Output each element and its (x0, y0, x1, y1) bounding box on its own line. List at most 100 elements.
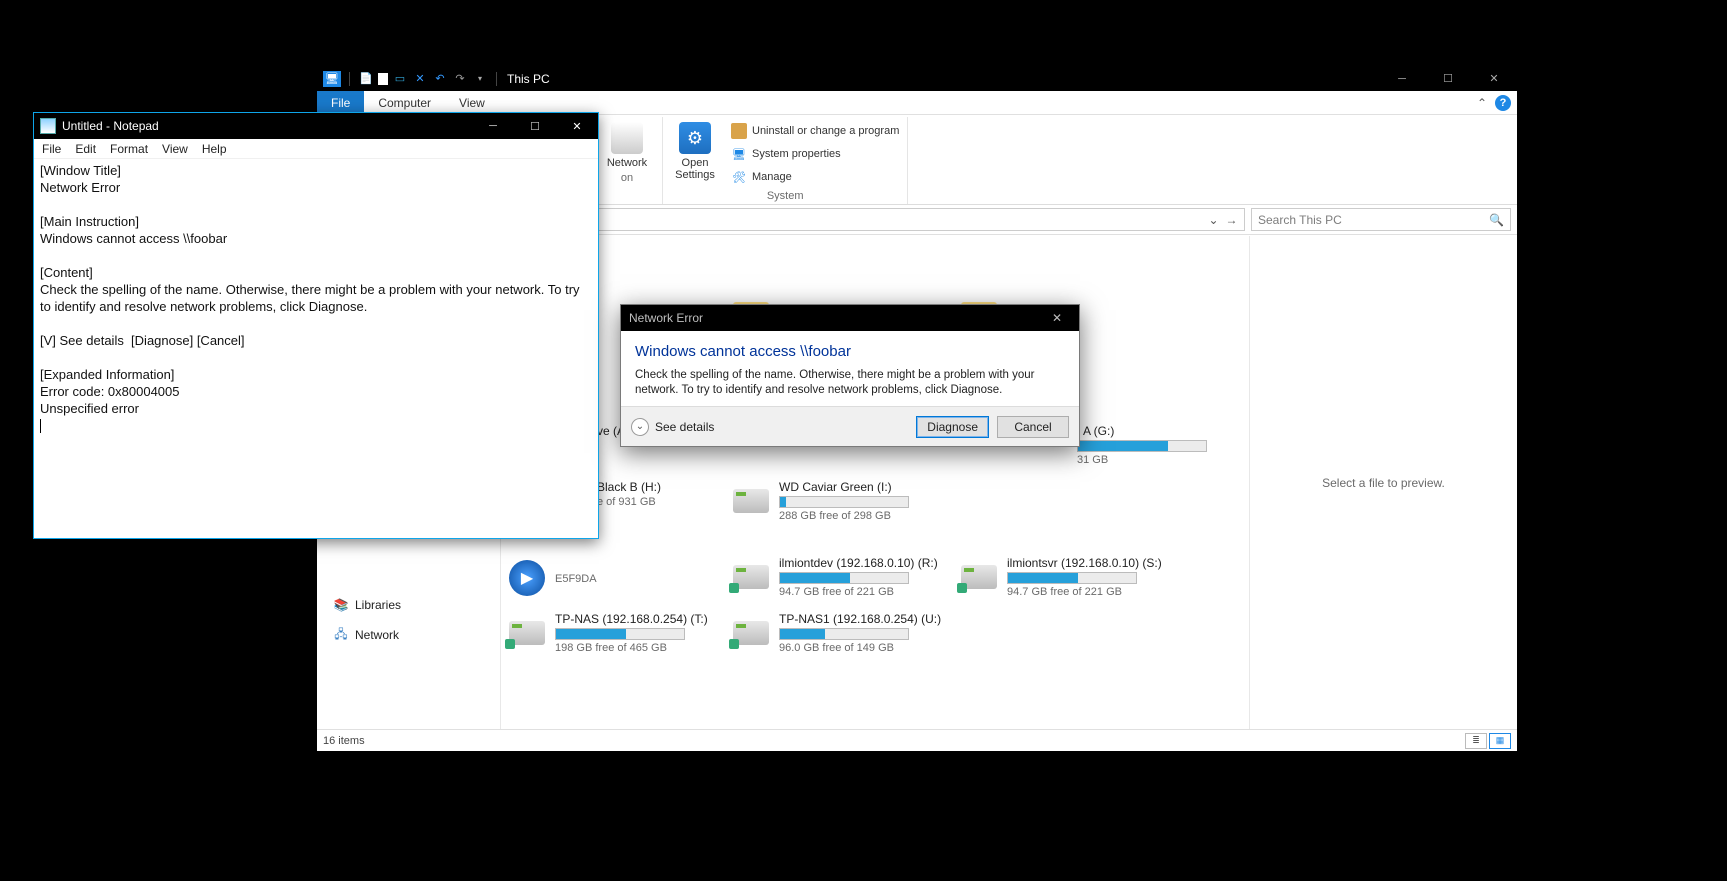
explorer-titlebar[interactable]: 🖥 📄 ▭ ✕ ↶ ↷ ▾ This PC ─ ☐ ✕ (317, 66, 1517, 91)
ribbon-collapse-button[interactable]: ⌃ (1469, 91, 1495, 114)
netloc-u[interactable]: TP-NAS1 (192.168.0.254) (U:) 96.0 GB fre… (733, 612, 941, 654)
search-icon: 🔍 (1489, 213, 1504, 227)
text-caret (40, 419, 41, 433)
ribbon-tab-view[interactable]: View (445, 91, 499, 114)
status-bar: 16 items ≣ ▦ (317, 729, 1517, 751)
settings-gear-icon: ⚙ (679, 122, 711, 154)
network-error-dialog: Network Error ✕ Windows cannot access \\… (620, 304, 1080, 447)
notepad-window: Untitled - Notepad ─ ☐ ✕ File Edit Forma… (33, 112, 599, 539)
monitor-icon[interactable]: 🖥 (323, 71, 341, 87)
drive-h[interactable]: Black B (H:) e of 931 GB (597, 480, 661, 508)
free-text: 96.0 GB free of 149 GB (779, 642, 941, 654)
capacity-bar (779, 572, 909, 584)
notepad-textarea[interactable]: [Window Title] Network Error [Main Instr… (34, 159, 598, 538)
menu-view[interactable]: View (162, 142, 188, 156)
menu-format[interactable]: Format (110, 142, 148, 156)
notepad-maximize-button[interactable]: ☐ (514, 113, 556, 139)
label: System properties (752, 148, 841, 160)
view-tiles-button[interactable]: ▦ (1489, 733, 1511, 749)
netloc-s[interactable]: ilmiontsvr (192.168.0.10) (S:) 94.7 GB f… (961, 556, 1162, 598)
explorer-minimize-button[interactable]: ─ (1379, 66, 1425, 91)
drive-icon (733, 489, 769, 513)
network-icon: 🖧 (333, 627, 349, 643)
explorer-title: This PC (507, 72, 550, 86)
label: ilmiontsvr (192.168.0.10) (S:) (1007, 556, 1162, 570)
notepad-minimize-button[interactable]: ─ (472, 113, 514, 139)
preview-pane: Select a file to preview. (1249, 236, 1517, 729)
package-icon (731, 123, 747, 139)
menu-edit[interactable]: Edit (75, 142, 96, 156)
capacity-bar (1077, 440, 1207, 452)
ribbon-tab-computer[interactable]: Computer (364, 91, 445, 114)
monitor-check-icon: 🖥 (731, 146, 747, 162)
see-details-toggle[interactable]: ⌄ See details (631, 418, 714, 436)
item-count: 16 items (323, 735, 365, 747)
device-wmp[interactable]: ▶ E5F9DA (509, 560, 597, 596)
drive-i[interactable]: WD Caviar Green (I:) 288 GB free of 298 … (733, 480, 909, 522)
dialog-title: Network Error (629, 311, 703, 325)
label: WD Caviar Green (I:) (779, 480, 909, 494)
label: Uninstall or change a program (752, 125, 899, 137)
netloc-t[interactable]: TP-NAS (192.168.0.254) (T:) 198 GB free … (509, 612, 708, 654)
label: Open Settings (675, 157, 715, 181)
network-drive-icon (961, 565, 997, 589)
label: Manage (752, 171, 792, 183)
add-network-location-button[interactable]: Network on (601, 119, 653, 184)
free-text: 288 GB free of 298 GB (779, 510, 909, 522)
manage-button[interactable]: 🛠 Manage (729, 167, 901, 187)
sub: on (621, 172, 633, 184)
notepad-close-button[interactable]: ✕ (556, 113, 598, 139)
netloc-r[interactable]: ilmiontdev (192.168.0.10) (R:) 94.7 GB f… (733, 556, 938, 598)
menu-help[interactable]: Help (202, 142, 227, 156)
menu-file[interactable]: File (42, 142, 61, 156)
placeholder: Search This PC (1258, 213, 1342, 227)
new-folder-icon[interactable] (378, 73, 388, 85)
ribbon-tab-file[interactable]: File (317, 91, 364, 114)
free-text: 31 GB (1077, 454, 1207, 466)
free-text: 94.7 GB free of 221 GB (1007, 586, 1162, 598)
undo-icon[interactable]: ↶ (432, 71, 448, 87)
quick-access-toolbar: 🖥 📄 ▭ ✕ ↶ ↷ ▾ (317, 71, 501, 87)
notepad-menu: File Edit Format View Help (34, 139, 598, 159)
notepad-titlebar[interactable]: Untitled - Notepad ─ ☐ ✕ (34, 113, 598, 139)
text-content: [Window Title] Network Error [Main Instr… (40, 163, 583, 416)
drive-g[interactable]: : A (G:) 31 GB (1077, 424, 1207, 466)
libraries-icon: 📚 (333, 597, 349, 613)
label: Libraries (355, 598, 401, 612)
ribbon-group-label: System (669, 188, 901, 204)
free-text: e of 931 GB (597, 496, 661, 508)
qat-dropdown-icon[interactable]: ▾ (472, 71, 488, 87)
network-location-icon (611, 122, 643, 154)
view-details-button[interactable]: ≣ (1465, 733, 1487, 749)
redo-icon[interactable]: ↷ (452, 71, 468, 87)
delete-icon[interactable]: ✕ (412, 71, 428, 87)
address-dropdown-icon[interactable]: ⌄ (1204, 213, 1222, 227)
cancel-button[interactable]: Cancel (997, 416, 1069, 438)
help-icon[interactable]: ? (1495, 95, 1511, 111)
open-settings-button[interactable]: ⚙ Open Settings (669, 119, 721, 181)
label: ilmiontdev (192.168.0.10) (R:) (779, 556, 938, 570)
explorer-close-button[interactable]: ✕ (1471, 66, 1517, 91)
nav-libraries[interactable]: 📚 Libraries (317, 594, 500, 616)
label: Black B (H:) (597, 480, 661, 494)
label: See details (655, 420, 714, 434)
label: Network (607, 157, 647, 169)
dialog-close-button[interactable]: ✕ (1035, 305, 1079, 331)
capacity-bar (779, 496, 909, 508)
chevron-down-icon: ⌄ (631, 418, 649, 436)
uninstall-program-button[interactable]: Uninstall or change a program (729, 121, 901, 141)
notepad-icon (40, 118, 56, 134)
network-drive-icon (509, 621, 545, 645)
nav-network[interactable]: 🖧 Network (317, 624, 500, 646)
explorer-maximize-button[interactable]: ☐ (1425, 66, 1471, 91)
refresh-icon[interactable]: → (1222, 213, 1240, 227)
capacity-bar (555, 628, 685, 640)
rename-icon[interactable]: ▭ (392, 71, 408, 87)
label: Network (355, 628, 399, 642)
dialog-titlebar[interactable]: Network Error ✕ (621, 305, 1079, 331)
search-input[interactable]: Search This PC 🔍 (1251, 208, 1511, 231)
network-drive-icon (733, 621, 769, 645)
system-properties-button[interactable]: 🖥 System properties (729, 144, 901, 164)
properties-icon[interactable]: 📄 (358, 71, 374, 87)
diagnose-button[interactable]: Diagnose (916, 416, 989, 438)
